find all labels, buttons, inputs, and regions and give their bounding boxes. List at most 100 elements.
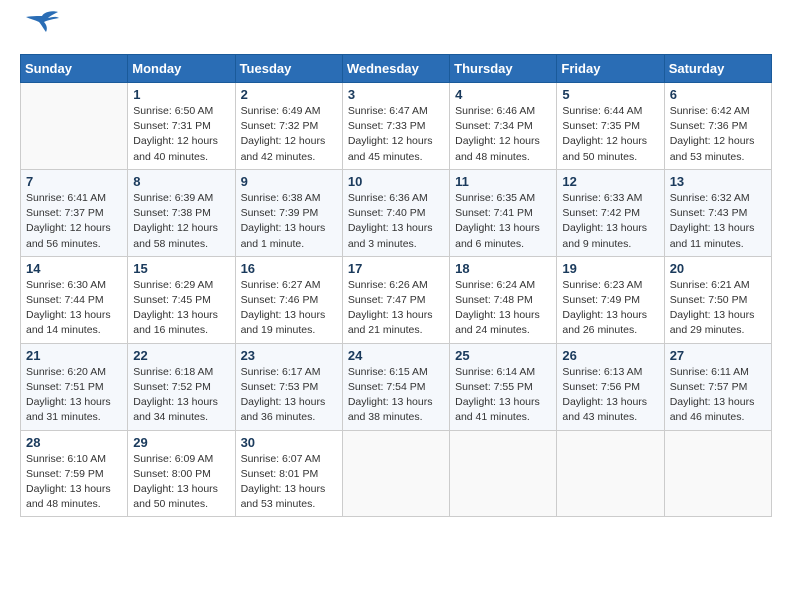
- daylight-text: Daylight: 12 hours: [670, 135, 755, 147]
- sunset-text: Sunset: 7:57 PM: [670, 381, 748, 393]
- daylight-text: and 9 minutes.: [562, 238, 631, 250]
- sunrise-text: Sunrise: 6:49 AM: [241, 105, 321, 117]
- sunrise-text: Sunrise: 6:26 AM: [348, 279, 428, 291]
- day-info: Sunrise: 6:36 AMSunset: 7:40 PMDaylight:…: [348, 191, 444, 252]
- day-info: Sunrise: 6:18 AMSunset: 7:52 PMDaylight:…: [133, 365, 229, 426]
- calendar-cell: [664, 430, 771, 517]
- daylight-text: Daylight: 13 hours: [348, 309, 433, 321]
- day-number: 2: [241, 87, 337, 102]
- weekday-header-thursday: Thursday: [450, 55, 557, 83]
- sunset-text: Sunset: 7:34 PM: [455, 120, 533, 132]
- day-number: 1: [133, 87, 229, 102]
- day-info: Sunrise: 6:44 AMSunset: 7:35 PMDaylight:…: [562, 104, 658, 165]
- sunrise-text: Sunrise: 6:36 AM: [348, 192, 428, 204]
- daylight-text: and 48 minutes.: [455, 151, 530, 163]
- daylight-text: Daylight: 13 hours: [133, 309, 218, 321]
- day-info: Sunrise: 6:17 AMSunset: 7:53 PMDaylight:…: [241, 365, 337, 426]
- sunset-text: Sunset: 7:50 PM: [670, 294, 748, 306]
- day-info: Sunrise: 6:14 AMSunset: 7:55 PMDaylight:…: [455, 365, 551, 426]
- sunset-text: Sunset: 7:45 PM: [133, 294, 211, 306]
- day-info: Sunrise: 6:49 AM Sunset: 7:32 PM Daylight:…: [241, 104, 337, 165]
- day-number: 17: [348, 261, 444, 276]
- day-info: Sunrise: 6:46 AMSunset: 7:34 PMDaylight:…: [455, 104, 551, 165]
- day-info: Sunrise: 6:09 AMSunset: 8:00 PMDaylight:…: [133, 452, 229, 513]
- sunrise-text: Sunrise: 6:50 AM: [133, 105, 213, 117]
- day-info: Sunrise: 6:41 AMSunset: 7:37 PMDaylight:…: [26, 191, 122, 252]
- sunrise-text: Sunrise: 6:30 AM: [26, 279, 106, 291]
- daylight-text: Daylight: 13 hours: [348, 222, 433, 234]
- daylight-text: and 29 minutes.: [670, 324, 745, 336]
- daylight-text: Daylight: 12 hours: [241, 135, 326, 147]
- calendar-cell: 11Sunrise: 6:35 AMSunset: 7:41 PMDayligh…: [450, 169, 557, 256]
- daylight-text: and 31 minutes.: [26, 411, 101, 423]
- day-number: 3: [348, 87, 444, 102]
- calendar-cell: [450, 430, 557, 517]
- week-row-2: 7Sunrise: 6:41 AMSunset: 7:37 PMDaylight…: [21, 169, 772, 256]
- day-number: 20: [670, 261, 766, 276]
- calendar-cell: 1Sunrise: 6:50 AMSunset: 7:31 PMDaylight…: [128, 83, 235, 170]
- daylight-text: and 26 minutes.: [562, 324, 637, 336]
- sunset-text: Sunset: 7:36 PM: [670, 120, 748, 132]
- sunrise-text: Sunrise: 6:20 AM: [26, 366, 106, 378]
- daylight-text: Daylight: 12 hours: [133, 135, 218, 147]
- day-number: 16: [241, 261, 337, 276]
- calendar-cell: [21, 83, 128, 170]
- sunset-text: Sunset: 7:44 PM: [26, 294, 104, 306]
- calendar-cell: 4 Sunrise: 6:46 AMSunset: 7:34 PMDaylight…: [450, 83, 557, 170]
- sunrise-text: Sunrise: 6:39 AM: [133, 192, 213, 204]
- daylight-text: and 48 minutes.: [26, 498, 101, 510]
- day-number: 19: [562, 261, 658, 276]
- daylight-text: Daylight: 12 hours: [562, 135, 647, 147]
- daylight-text: and 58 minutes.: [133, 238, 208, 250]
- day-number: 27: [670, 348, 766, 363]
- daylight-text: Daylight: 13 hours: [348, 396, 433, 408]
- daylight-text: and 36 minutes.: [241, 411, 316, 423]
- sunset-text: Sunset: 7:41 PM: [455, 207, 533, 219]
- sunrise-text: Sunrise: 6:35 AM: [455, 192, 535, 204]
- sunset-text: Sunset: 7:46 PM: [241, 294, 319, 306]
- daylight-text: and 11 minutes.: [670, 238, 744, 250]
- daylight-text: Daylight: 13 hours: [26, 483, 111, 495]
- weekday-header-friday: Friday: [557, 55, 664, 83]
- day-info: Sunrise: 6:24 AMSunset: 7:48 PMDaylight:…: [455, 278, 551, 339]
- sunset-text: Sunset: 7:55 PM: [455, 381, 533, 393]
- sunrise-text: Sunrise: 6:13 AM: [562, 366, 642, 378]
- logo: [20, 20, 60, 38]
- sunset-text: Sunset: 7:48 PM: [455, 294, 533, 306]
- sunset-text: Sunset: 7:32 PM: [241, 120, 319, 132]
- weekday-header-monday: Monday: [128, 55, 235, 83]
- sunrise-text: Sunrise: 6:10 AM: [26, 453, 106, 465]
- day-info: Sunrise: 6:13 AMSunset: 7:56 PMDaylight:…: [562, 365, 658, 426]
- logo-bird-icon: [24, 8, 60, 38]
- daylight-text: Daylight: 13 hours: [670, 309, 755, 321]
- day-info: Sunrise: 6:38 AMSunset: 7:39 PMDaylight:…: [241, 191, 337, 252]
- calendar-cell: 3Sunrise: 6:47 AMSunset: 7:33 PMDaylight…: [342, 83, 449, 170]
- daylight-text: and 41 minutes.: [455, 411, 530, 423]
- day-number: 28: [26, 435, 122, 450]
- calendar-cell: 23 Sunrise: 6:17 AMSunset: 7:53 PMDayligh…: [235, 343, 342, 430]
- calendar-cell: 12Sunrise: 6:33 AMSunset: 7:42 PMDayligh…: [557, 169, 664, 256]
- week-row-1: 1Sunrise: 6:50 AMSunset: 7:31 PMDaylight…: [21, 83, 772, 170]
- daylight-text: and 14 minutes.: [26, 324, 101, 336]
- day-number: 29: [133, 435, 229, 450]
- day-info: Sunrise: 6:10 AMSunset: 7:59 PMDaylight:…: [26, 452, 122, 513]
- daylight-text: Daylight: 12 hours: [348, 135, 433, 147]
- day-info: Sunrise: 6:30 AMSunset: 7:44 PMDaylight:…: [26, 278, 122, 339]
- daylight-text: and 40 minutes.: [133, 151, 208, 163]
- day-info: Sunrise: 6:26 AMSunset: 7:47 PMDaylight:…: [348, 278, 444, 339]
- day-number: 4: [455, 87, 551, 102]
- daylight-text: Daylight: 13 hours: [241, 309, 326, 321]
- day-number: 23: [241, 348, 337, 363]
- daylight-text: and 53 minutes.: [241, 498, 316, 510]
- calendar-cell: 17 Sunrise: 6:26 AMSunset: 7:47 PMDayligh…: [342, 256, 449, 343]
- calendar-cell: 25Sunrise: 6:14 AMSunset: 7:55 PMDayligh…: [450, 343, 557, 430]
- day-number: 8: [133, 174, 229, 189]
- day-number: 14: [26, 261, 122, 276]
- daylight-text: Daylight: 13 hours: [133, 396, 218, 408]
- day-info: Sunrise: 6:39 AMSunset: 7:38 PMDaylight:…: [133, 191, 229, 252]
- daylight-text: Daylight: 13 hours: [562, 222, 647, 234]
- daylight-text: and 24 minutes.: [455, 324, 530, 336]
- daylight-text: Daylight: 13 hours: [562, 309, 647, 321]
- day-info: Sunrise: 6:11 AMSunset: 7:57 PMDaylight:…: [670, 365, 766, 426]
- calendar-cell: 18Sunrise: 6:24 AMSunset: 7:48 PMDayligh…: [450, 256, 557, 343]
